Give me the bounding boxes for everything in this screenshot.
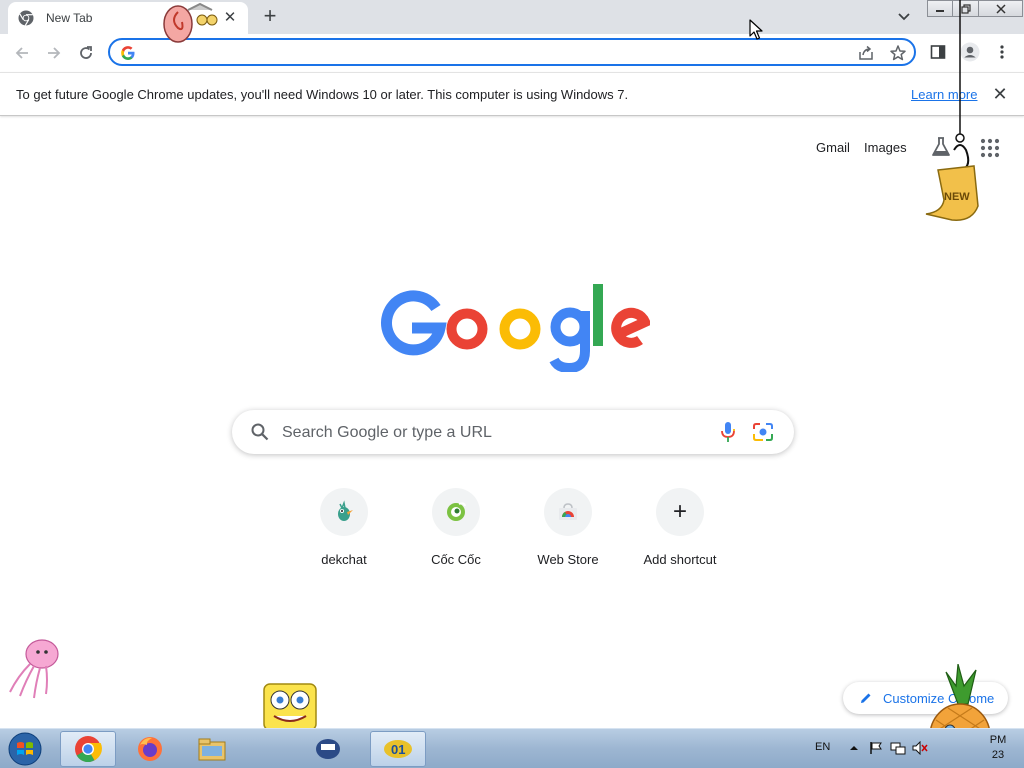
images-link[interactable]: Images [864, 140, 907, 155]
menu-kebab-icon[interactable] [992, 42, 1012, 62]
back-icon[interactable] [9, 40, 35, 66]
system-tray [845, 739, 929, 757]
google-g-icon [121, 46, 135, 60]
shortcut-label: dekchat [321, 552, 367, 567]
language-indicator[interactable]: EN [815, 741, 830, 753]
omnibox[interactable] [108, 38, 916, 66]
file-explorer-icon[interactable] [184, 731, 240, 767]
reload-icon[interactable] [73, 40, 99, 66]
shortcuts-grid: dekchat Cốc Cốc Web Store + Add shortcut [288, 488, 736, 578]
chrome-icon[interactable] [60, 731, 116, 767]
new-tag-icon: NEW [925, 0, 979, 221]
svg-text:01: 01 [391, 742, 405, 757]
clock-date: 23 [991, 749, 1005, 761]
volume-muted-icon[interactable] [911, 739, 929, 757]
close-icon[interactable] [979, 0, 1023, 17]
google-apps-grid-icon[interactable] [980, 138, 1000, 158]
address-input[interactable] [144, 42, 834, 62]
ntp-search-box[interactable] [232, 410, 794, 454]
forward-icon[interactable] [41, 40, 67, 66]
google-lens-icon[interactable] [752, 422, 774, 442]
shortcut-dekchat[interactable]: dekchat [288, 488, 400, 578]
screen: New Tab ✕ + To get future Google Chrome … [0, 0, 1024, 768]
plus-icon: + [656, 488, 704, 536]
microphone-icon[interactable] [718, 421, 738, 443]
network-icon[interactable] [889, 739, 907, 757]
search-input[interactable] [282, 422, 702, 444]
chrome-favicon-icon [18, 10, 34, 26]
shortcut-coccoc[interactable]: Cốc Cốc [400, 488, 512, 578]
update-infobar: To get future Google Chrome updates, you… [0, 72, 1024, 116]
shortcut-label: Add shortcut [643, 552, 717, 567]
plus-symbol: + [672, 498, 687, 525]
google-logo [381, 284, 650, 372]
mouse-cursor-icon [749, 19, 763, 40]
tab-search-chevron-icon[interactable] [894, 8, 914, 26]
infobar-close-icon[interactable]: ✕ [991, 85, 1009, 103]
spongebob-app-icon[interactable] [300, 731, 356, 767]
toolbar [0, 34, 1024, 72]
shortcut-label: Web Store [537, 552, 599, 567]
tab-close-icon[interactable]: ✕ [222, 10, 238, 26]
start-orb-icon[interactable] [4, 730, 46, 768]
bookmark-star-icon[interactable] [889, 44, 907, 62]
infobar-message: To get future Google Chrome updates, you… [16, 87, 629, 102]
firefox-icon[interactable] [122, 731, 178, 767]
active-app-icon[interactable]: 01 [370, 731, 426, 767]
shortcut-web-store[interactable]: Web Store [512, 488, 624, 578]
shortcut-add[interactable]: + Add shortcut [624, 488, 736, 578]
tab-strip: New Tab ✕ + [0, 0, 1024, 34]
webstore-icon [544, 488, 592, 536]
action-center-flag-icon[interactable] [867, 739, 885, 757]
shortcut-label: Cốc Cốc [431, 552, 481, 567]
snail-icon [163, 2, 218, 43]
share-icon[interactable] [857, 44, 875, 62]
taskbar: 01 EN PM 23 [0, 728, 1024, 768]
svg-text:NEW: NEW [944, 191, 970, 203]
search-icon [251, 423, 269, 441]
coccoc-icon [432, 488, 480, 536]
dekchat-icon [320, 488, 368, 536]
jellyfish-icon [9, 639, 59, 699]
clock[interactable]: PM 23 [974, 733, 1022, 763]
pencil-icon [861, 693, 871, 703]
clock-time: PM [989, 734, 1007, 746]
gmail-link[interactable]: Gmail [816, 140, 850, 155]
tray-chevron-icon[interactable] [845, 739, 863, 757]
new-tab-button[interactable]: + [258, 5, 282, 29]
